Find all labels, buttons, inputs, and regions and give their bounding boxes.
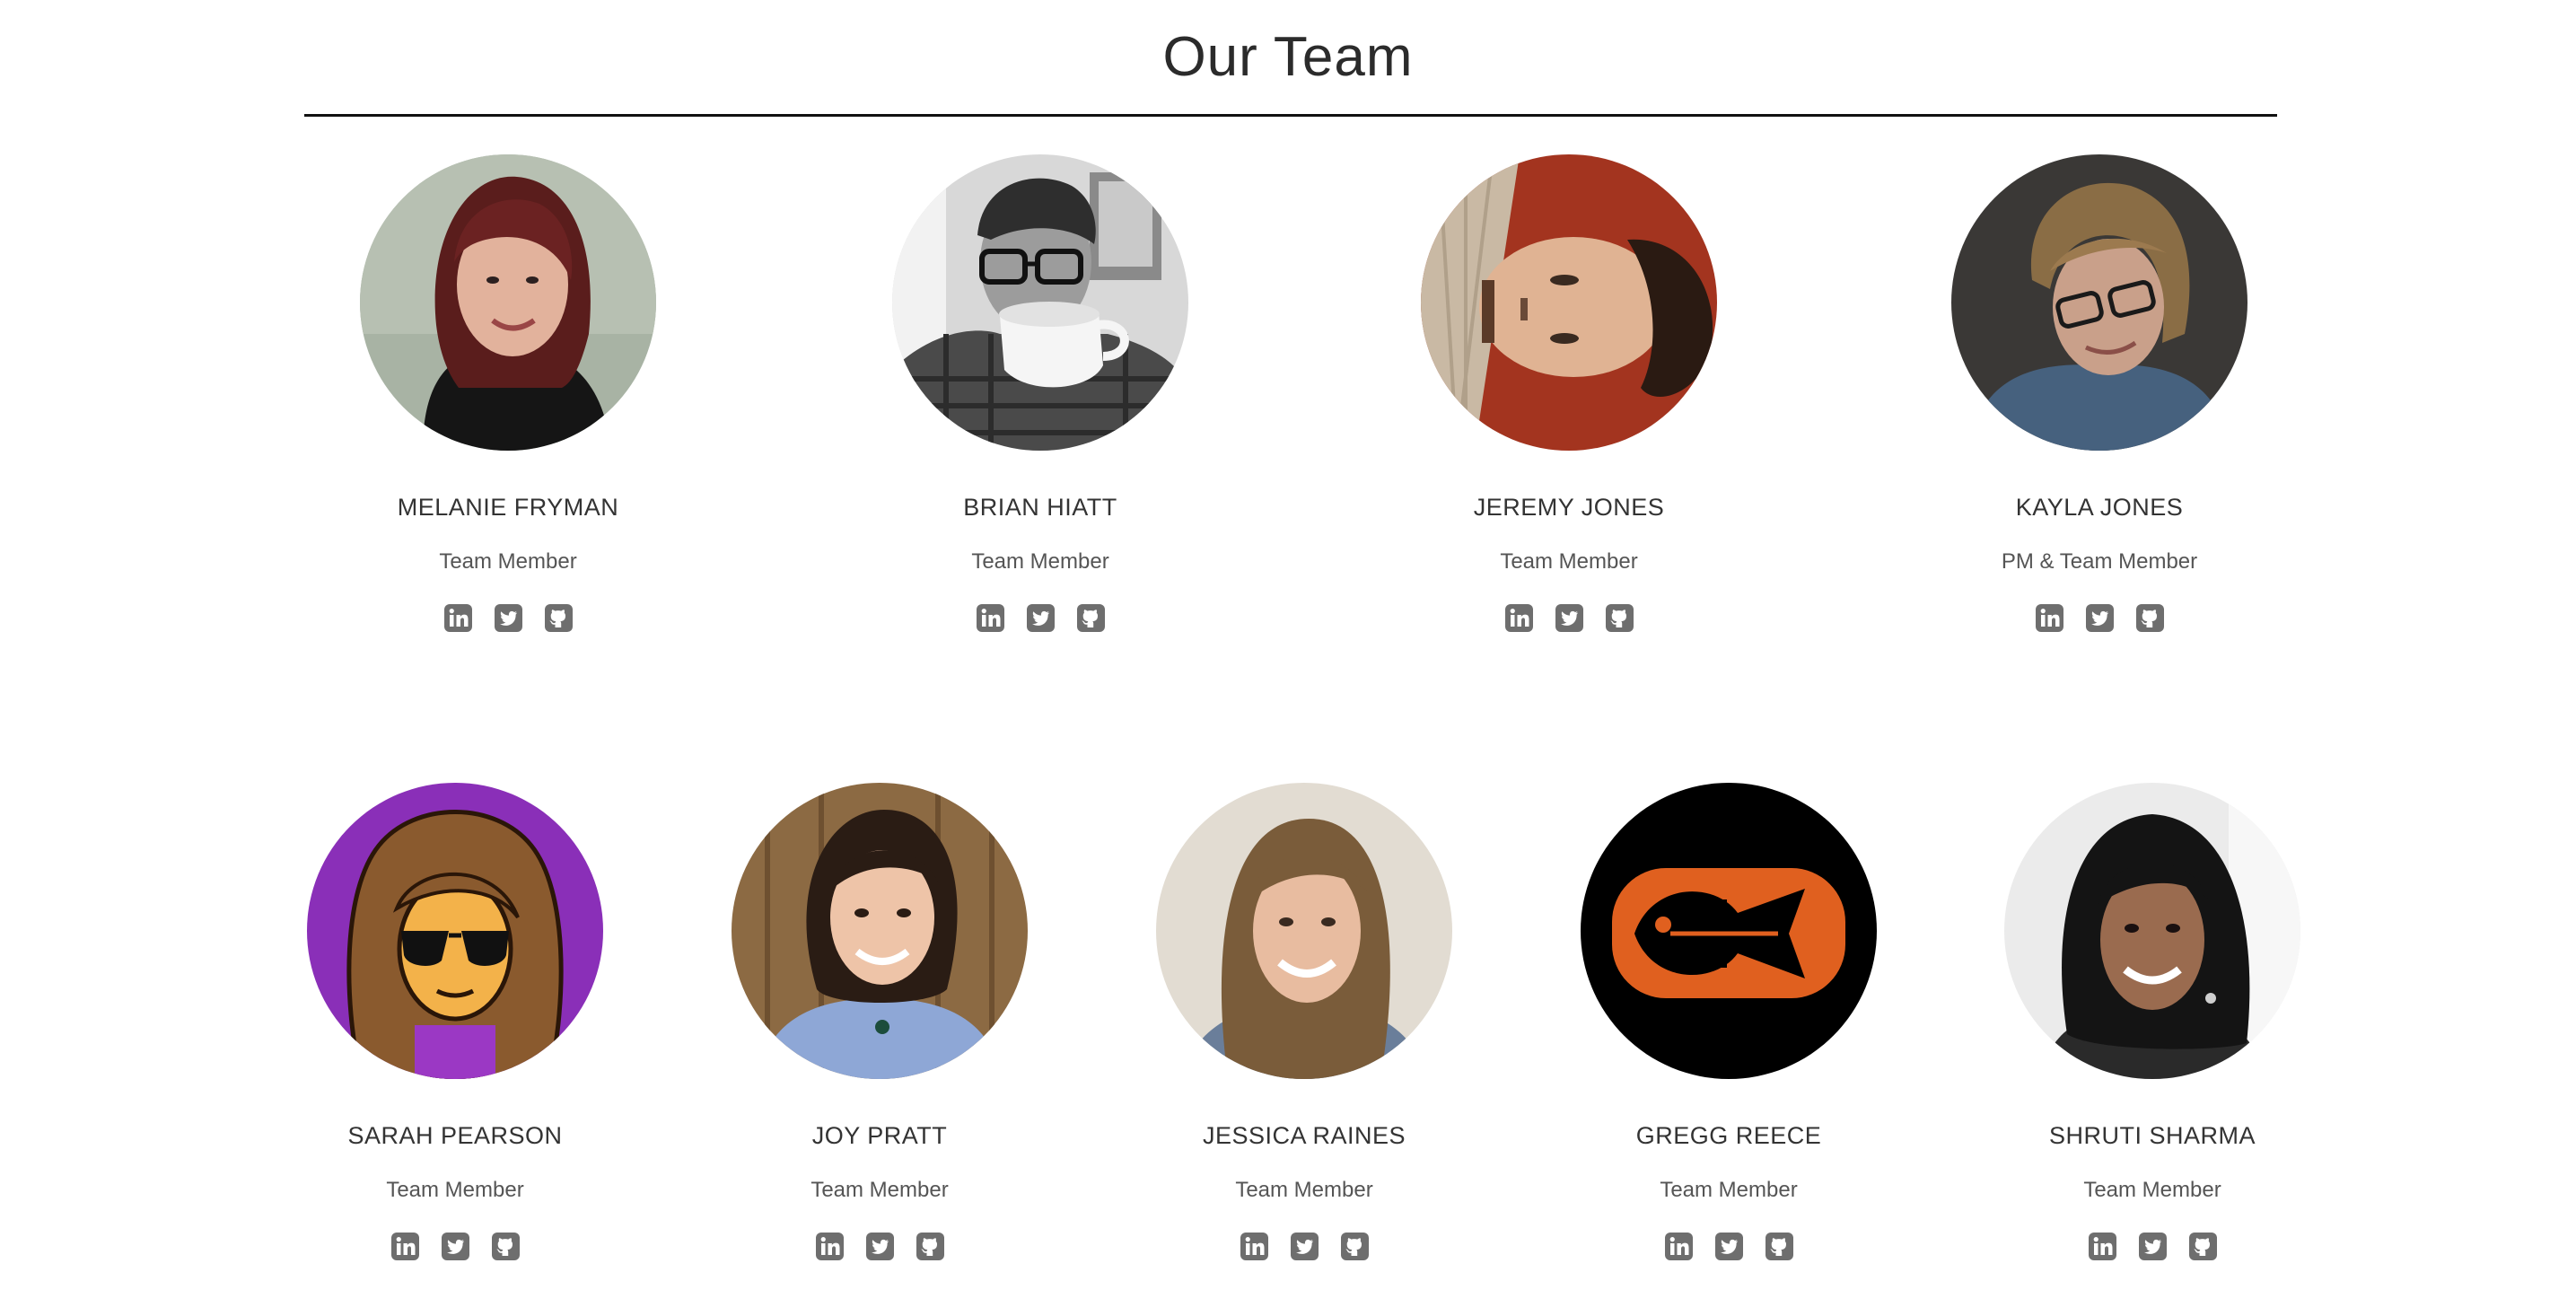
linkedin-icon[interactable] <box>976 603 1005 633</box>
twitter-icon[interactable] <box>1026 603 1056 633</box>
social-links <box>1371 603 1766 633</box>
twitter-icon[interactable] <box>1290 1232 1319 1261</box>
member-name: BRIAN HIATT <box>963 494 1117 521</box>
team-member-card: GREGG REECE Team Member <box>1531 783 1926 1261</box>
linkedin-icon[interactable] <box>1504 603 1534 633</box>
social-links <box>843 603 1238 633</box>
member-name: JEREMY JONES <box>1473 494 1665 521</box>
linkedin-icon[interactable] <box>390 1232 420 1261</box>
linkedin-icon[interactable] <box>815 1232 845 1261</box>
social-links <box>1955 1232 2350 1261</box>
github-icon[interactable] <box>1765 1232 1794 1261</box>
github-icon[interactable] <box>1076 603 1106 633</box>
twitter-icon[interactable] <box>494 603 523 633</box>
avatar <box>2004 783 2300 1079</box>
member-role: Team Member <box>1500 549 1638 574</box>
team-member-card: MELANIE FRYMAN Team Member <box>311 154 705 633</box>
twitter-icon[interactable] <box>2138 1232 2168 1261</box>
title-divider <box>304 114 2277 117</box>
avatar <box>360 154 656 451</box>
github-icon[interactable] <box>1605 603 1634 633</box>
team-member-card: BRIAN HIATT Team Member <box>843 154 1238 633</box>
github-icon[interactable] <box>491 1232 521 1261</box>
team-member-card: JOY PRATT Team Member <box>682 783 1077 1261</box>
twitter-icon[interactable] <box>441 1232 470 1261</box>
social-links <box>258 1232 653 1261</box>
avatar <box>1951 154 2247 451</box>
member-name: JOY PRATT <box>811 1122 948 1149</box>
avatar <box>892 154 1188 451</box>
linkedin-icon[interactable] <box>1664 1232 1694 1261</box>
avatar <box>307 783 603 1079</box>
avatar <box>1581 783 1877 1079</box>
github-icon[interactable] <box>2135 603 2165 633</box>
github-icon[interactable] <box>1340 1232 1370 1261</box>
member-name: SARAH PEARSON <box>347 1122 563 1149</box>
page-title: Our Team <box>1162 26 1414 88</box>
github-icon[interactable] <box>544 603 574 633</box>
member-role: Team Member <box>1235 1178 1373 1202</box>
twitter-icon[interactable] <box>1555 603 1584 633</box>
avatar <box>1156 783 1452 1079</box>
member-role: Team Member <box>971 549 1109 574</box>
member-role: Team Member <box>386 1178 524 1202</box>
team-member-card: SHRUTI SHARMA Team Member <box>1955 783 2350 1261</box>
linkedin-icon[interactable] <box>2088 1232 2117 1261</box>
social-links <box>1902 603 2297 633</box>
twitter-icon[interactable] <box>865 1232 895 1261</box>
member-name: JESSICA RAINES <box>1202 1122 1406 1149</box>
team-member-card: KAYLA JONES PM & Team Member <box>1902 154 2297 633</box>
member-role: PM & Team Member <box>2001 549 2198 574</box>
member-role: Team Member <box>1660 1178 1798 1202</box>
member-role: Team Member <box>2083 1178 2221 1202</box>
github-icon[interactable] <box>2188 1232 2218 1261</box>
linkedin-icon[interactable] <box>1240 1232 1269 1261</box>
team-member-card: JESSICA RAINES Team Member <box>1107 783 1502 1261</box>
github-icon[interactable] <box>916 1232 945 1261</box>
member-role: Team Member <box>810 1178 949 1202</box>
twitter-icon[interactable] <box>1714 1232 1744 1261</box>
team-member-card: JEREMY JONES Team Member <box>1371 154 1766 633</box>
member-name: GREGG REECE <box>1635 1122 1822 1149</box>
social-links <box>1107 1232 1502 1261</box>
member-name: SHRUTI SHARMA <box>2048 1122 2256 1149</box>
member-name: KAYLA JONES <box>2015 494 2184 521</box>
linkedin-icon[interactable] <box>2035 603 2064 633</box>
social-links <box>311 603 705 633</box>
team-member-card: SARAH PEARSON Team Member <box>258 783 653 1261</box>
linkedin-icon[interactable] <box>443 603 473 633</box>
avatar <box>1421 154 1717 451</box>
social-links <box>682 1232 1077 1261</box>
twitter-icon[interactable] <box>2085 603 2115 633</box>
member-name: MELANIE FRYMAN <box>397 494 619 521</box>
member-role: Team Member <box>439 549 577 574</box>
social-links <box>1531 1232 1926 1261</box>
avatar <box>732 783 1028 1079</box>
